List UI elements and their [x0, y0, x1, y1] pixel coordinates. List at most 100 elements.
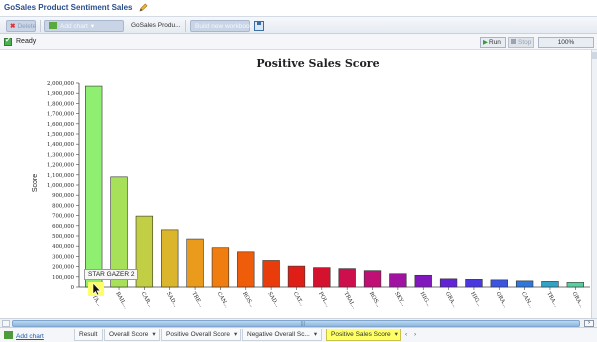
bar[interactable] [541, 281, 559, 288]
tab-bar: Add chart Result Overall Score ▾ Positive… [0, 327, 597, 342]
delete-label: Delete [17, 23, 37, 30]
y-tick-label: 300,000 [52, 254, 75, 260]
x-tick-label: CAR... [140, 291, 154, 309]
tab-prev-button[interactable]: ‹ [405, 331, 407, 338]
tab-next-button[interactable]: › [414, 331, 416, 338]
x-tick-labels: STA... BAIL... CAR... SAD... TRE... CAN... ROS… [89, 287, 585, 310]
breadcrumb[interactable]: GoSales Produ... [131, 20, 181, 32]
add-chart-label: Add chart [60, 23, 88, 30]
bar[interactable] [490, 279, 508, 288]
x-tick-label: TRA... [545, 291, 559, 308]
y-tick-label: 200,000 [52, 265, 75, 271]
y-tick-label: 1,800,000 [47, 101, 75, 107]
tab-overall-score[interactable]: Overall Score ▾ [104, 329, 160, 341]
y-tick-label: 1,000,000 [47, 183, 75, 189]
x-tick-label: GRA... [495, 291, 509, 309]
delete-button[interactable]: ✖ Delete [6, 20, 36, 32]
bar[interactable] [287, 265, 306, 288]
bar[interactable] [439, 278, 458, 288]
run-label: Run [489, 39, 501, 46]
bar[interactable] [338, 268, 356, 288]
bar[interactable] [414, 274, 432, 288]
y-tick-label: 700,000 [52, 214, 75, 220]
status-text: Ready [16, 38, 37, 45]
bar[interactable] [313, 267, 331, 288]
add-chart-link[interactable]: Add chart [4, 331, 44, 340]
vertical-scrollbar[interactable] [591, 50, 597, 318]
zoom-level[interactable]: 100% [538, 37, 594, 48]
stop-button[interactable]: Stop [508, 37, 534, 48]
y-tick-label: 1,300,000 [47, 152, 75, 158]
x-tick-label: CAN... [520, 291, 534, 309]
y-tick-label: 2,000,000 [47, 81, 75, 87]
chart-title: Positive Sales Score [256, 57, 379, 70]
build-workbook-button[interactable]: Build new workbook [190, 20, 253, 32]
y-tick-label: 800,000 [52, 203, 75, 209]
run-button[interactable]: ▶Run [480, 37, 506, 48]
bar[interactable] [566, 282, 584, 288]
bar[interactable] [515, 280, 534, 288]
horizontal-scroll-thumb[interactable]: ||| [12, 320, 580, 327]
y-tick-label: 400,000 [52, 244, 75, 250]
x-tick-label: HIG... [418, 291, 431, 308]
bar-tooltip: STAR GAZER 2 [84, 269, 139, 280]
y-tick-label: 600,000 [52, 224, 75, 230]
x-tick-label: POL... [317, 291, 331, 309]
bar[interactable] [135, 215, 154, 288]
bar[interactable] [465, 279, 483, 288]
tab-positive-overall-score[interactable]: Positive Overall Score ▾ [161, 329, 241, 341]
x-tick-label: ROS... [241, 291, 255, 309]
delete-icon: ✖ [10, 23, 16, 30]
bars [85, 85, 584, 288]
y-tick-label: 1,600,000 [47, 122, 75, 128]
y-tick-label: 1,900,000 [47, 91, 75, 97]
bar[interactable] [186, 238, 204, 288]
chevron-down-icon[interactable]: ▾ [314, 331, 317, 338]
tab-label: Result [79, 331, 98, 338]
horizontal-scrollbar[interactable]: ||| › [0, 318, 597, 327]
add-chart-button[interactable]: Add chart ▾ [44, 20, 124, 32]
y-tick-label: 1,700,000 [47, 112, 75, 118]
x-tick-label: GRA... [571, 291, 585, 309]
status-bar: Ready ▶Run Stop 100% [0, 34, 597, 50]
vertical-scroll-thumb[interactable] [592, 52, 597, 59]
stop-label: Stop [518, 39, 532, 46]
scroll-right-button[interactable]: › [584, 320, 594, 327]
y-tick-label: 1,200,000 [47, 163, 75, 169]
tab-negative-overall-score[interactable]: Negative Overall Sc... ▾ [242, 329, 322, 341]
x-tick-label: HIG... [469, 291, 482, 308]
bar[interactable] [85, 85, 103, 288]
toolbar: ✖ Delete Add chart ▾ GoSales Produ... Buil… [0, 16, 597, 34]
x-tick-label: TRE... [190, 291, 204, 309]
chevron-down-icon[interactable]: ▾ [395, 331, 398, 338]
toolbar-separator [40, 20, 41, 32]
tab-positive-sales-score[interactable]: Positive Sales Score ▾ [326, 329, 401, 341]
tab-result[interactable]: Result [74, 329, 103, 341]
x-tick-label: CAN... [216, 291, 230, 309]
bar[interactable] [389, 273, 407, 288]
y-tick-label: 0 [71, 285, 75, 291]
tab-label: Negative Overall Sc... [247, 331, 310, 338]
y-ticks: 0 100,000 200,000 300,000 400,000 500,000 600,… [47, 81, 79, 291]
bar[interactable] [161, 229, 179, 288]
bar[interactable] [211, 247, 230, 288]
x-tick-label: SKY... [393, 291, 406, 308]
save-icon[interactable] [254, 21, 264, 31]
title-bar: GoSales Product Sentiment Sales [0, 0, 597, 16]
y-tick-label: 1,500,000 [47, 132, 75, 138]
x-tick-label: SAD... [165, 291, 179, 309]
app-window: GoSales Product Sentiment Sales ✖ Delete … [0, 0, 597, 342]
y-axis-label: Score [32, 174, 39, 192]
pencil-icon[interactable] [139, 3, 148, 12]
bar[interactable] [363, 270, 382, 288]
y-tick-label: 1,100,000 [47, 173, 75, 179]
chevron-down-icon: ▾ [90, 23, 95, 30]
tab-label: Positive Sales Score [331, 331, 391, 338]
chevron-down-icon[interactable]: ▾ [234, 331, 237, 338]
chevron-down-icon[interactable]: ▾ [152, 331, 155, 338]
x-tick-label: ROS... [368, 291, 382, 309]
chart-icon [49, 22, 57, 29]
bar[interactable] [237, 251, 255, 288]
bar[interactable] [262, 260, 280, 288]
scroll-left-button[interactable] [2, 320, 10, 327]
